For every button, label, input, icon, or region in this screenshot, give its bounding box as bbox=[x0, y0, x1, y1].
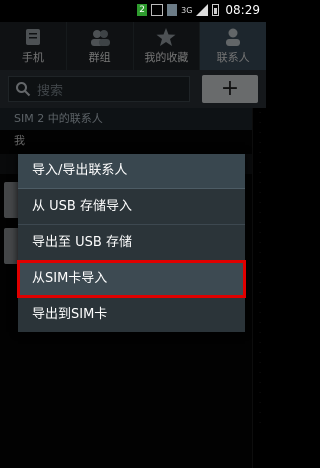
menu-item-export-usb[interactable]: 导出至 USB 存储 bbox=[18, 225, 245, 261]
clock: 08:29 bbox=[225, 3, 260, 17]
sim2-icon: 2 bbox=[137, 4, 148, 16]
menu-item-import-sim[interactable]: 从SIM卡导入 bbox=[17, 260, 246, 298]
signal-icon bbox=[196, 4, 209, 16]
menu-item-import-usb[interactable]: 从 USB 存储导入 bbox=[18, 189, 245, 225]
sdcard-icon bbox=[167, 4, 178, 16]
status-bar: 2 3G 08:29 bbox=[0, 0, 266, 22]
import-export-dialog: 导入/导出联系人 从 USB 存储导入 导出至 USB 存储 从SIM卡导入 导… bbox=[17, 154, 246, 333]
battery-icon bbox=[212, 4, 220, 16]
dialog-title: 导入/导出联系人 bbox=[18, 154, 245, 189]
network-icon: 3G bbox=[181, 5, 193, 15]
message-icon bbox=[151, 4, 164, 16]
menu-item-export-sim[interactable]: 导出到SIM卡 bbox=[18, 297, 245, 333]
